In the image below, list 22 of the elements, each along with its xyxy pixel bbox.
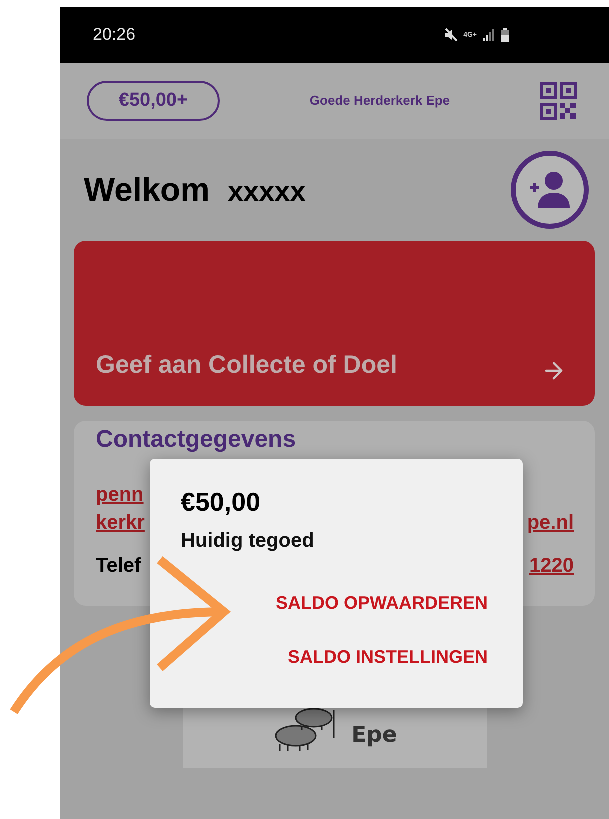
- balance-amount: €50,00: [181, 486, 262, 519]
- user-name: xxxxx: [228, 175, 306, 210]
- contact-title: Contactgegevens: [96, 426, 298, 454]
- logo-text: Epe: [352, 722, 398, 750]
- phone-label: Telef: [96, 554, 142, 579]
- mute-icon: [444, 28, 458, 42]
- add-person-icon: [528, 170, 572, 210]
- balance-badge[interactable]: €50,00+: [87, 81, 220, 121]
- church-name: Goede Herderkerk Epe: [310, 92, 450, 110]
- balance-caption: Huidig tegoed: [181, 529, 316, 554]
- signal-icon: [483, 29, 495, 41]
- welcome-greeting: Welkom: [84, 170, 210, 210]
- status-time: 20:26: [93, 24, 136, 46]
- dialog-action-button[interactable]: SALDO OPWAARDEREN: [276, 591, 488, 615]
- dialog-action-button[interactable]: SALDO INSTELLINGEN: [288, 645, 488, 669]
- email-link[interactable]: pe.nl: [527, 509, 574, 537]
- give-card[interactable]: Geef aan Collecte of Doel: [74, 241, 595, 406]
- email-link[interactable]: penn: [96, 481, 145, 509]
- qr-code-icon[interactable]: [540, 82, 577, 120]
- battery-icon: [501, 28, 509, 42]
- email-link[interactable]: kerkr: [96, 509, 145, 537]
- phone-link[interactable]: 1220: [530, 551, 574, 581]
